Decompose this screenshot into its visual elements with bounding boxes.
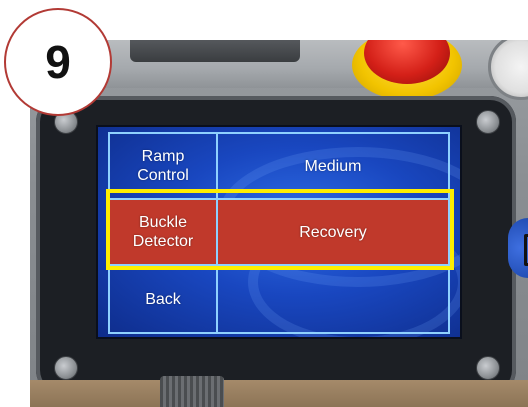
menu-item-back[interactable]: Back — [110, 266, 216, 332]
side-button-icon — [524, 234, 528, 266]
step-number: 9 — [45, 36, 71, 88]
menu-item-label: Ramp Control — [137, 148, 189, 184]
panel-fitting — [130, 40, 300, 62]
screw-icon — [54, 356, 78, 380]
side-blue-button[interactable] — [508, 218, 528, 278]
step-number-badge: 9 — [4, 8, 112, 116]
menu-value-back — [218, 266, 448, 332]
table-surface — [30, 380, 528, 407]
knurled-knob — [160, 376, 224, 407]
selection-highlight-box — [106, 189, 454, 270]
pressure-gauge — [488, 40, 528, 100]
screw-icon — [476, 110, 500, 134]
menu-value-label: Medium — [304, 157, 362, 175]
grid-line — [108, 332, 450, 334]
screw-icon — [476, 356, 500, 380]
menu-item-label: Back — [145, 290, 181, 308]
